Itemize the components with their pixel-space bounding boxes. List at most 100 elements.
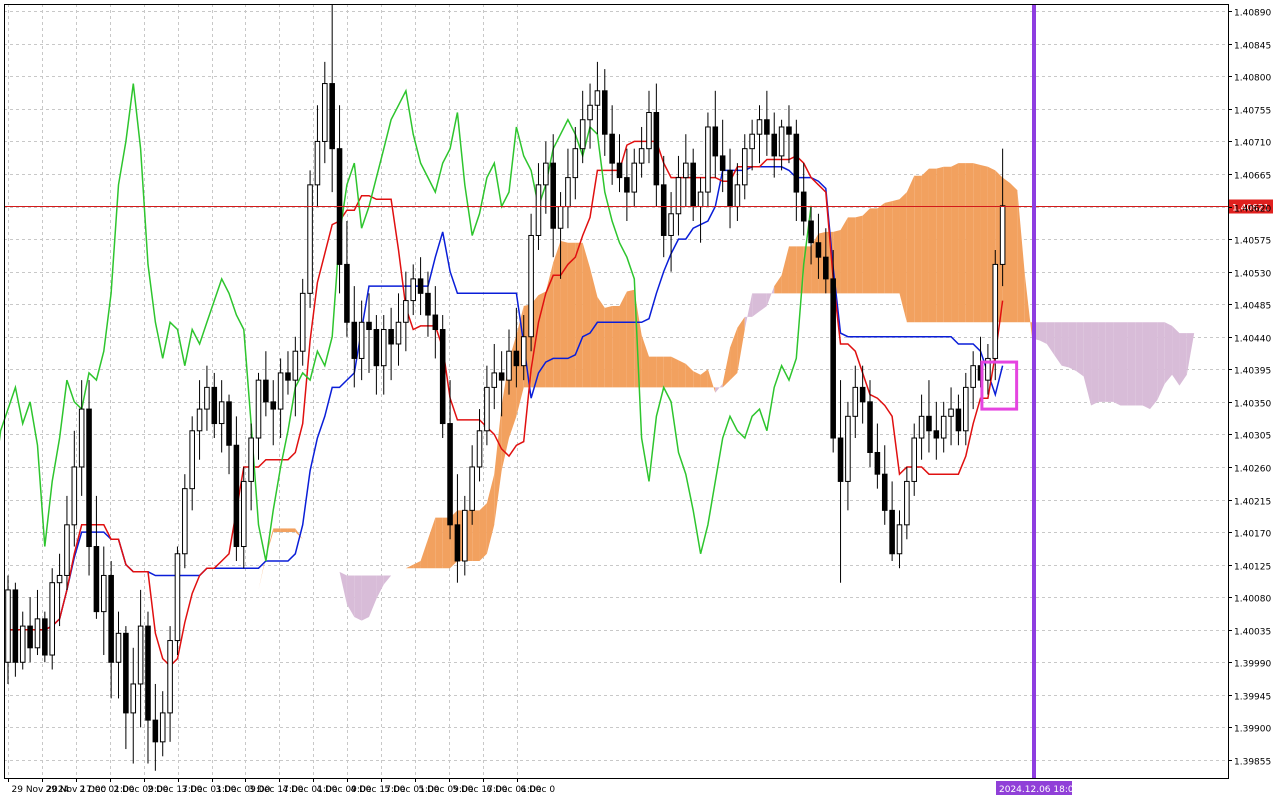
price-tick-label: 1.40755	[1234, 107, 1271, 117]
candle-body	[616, 162, 623, 179]
candle-body	[78, 408, 85, 468]
candle-body	[874, 451, 881, 475]
cloud-segment	[892, 199, 900, 294]
candle-body	[263, 379, 269, 403]
candle-body	[86, 408, 92, 548]
candle-body	[211, 386, 218, 425]
candle-body	[174, 553, 181, 642]
cloud-segment	[361, 575, 370, 621]
candle-body	[631, 162, 638, 193]
candle-body	[528, 234, 534, 338]
candle-body	[189, 430, 195, 490]
cloud-segment	[354, 575, 362, 621]
candle-body	[579, 119, 586, 150]
cloud-segment	[648, 356, 657, 388]
candle-body	[734, 184, 741, 208]
cloud-segment	[435, 517, 443, 569]
candle-body	[697, 191, 704, 208]
candle-body	[786, 126, 792, 135]
cloud-segment	[597, 296, 605, 388]
candle-body	[808, 220, 814, 244]
price-tick-label: 1.40575	[1234, 237, 1271, 247]
candle-body	[727, 169, 733, 208]
candle-body	[557, 206, 564, 229]
candle-body	[167, 640, 173, 714]
candle-body	[130, 683, 137, 714]
candle-body	[395, 321, 402, 345]
price-tick-label: 1.40395	[1234, 367, 1271, 377]
candle-body	[108, 574, 114, 663]
candle-body	[491, 372, 498, 388]
candle-body	[388, 329, 394, 345]
candle-body	[764, 119, 770, 135]
price-tick-label: 1.40530	[1234, 270, 1271, 280]
candle-body	[123, 632, 129, 714]
candle-body	[690, 162, 696, 208]
price-tick-label: 1.40305	[1234, 432, 1271, 442]
candle-body	[837, 437, 844, 482]
cloud-segment	[921, 168, 929, 323]
price-tick-label: 1.40035	[1234, 628, 1271, 638]
candle-body	[380, 329, 387, 367]
candle-body	[240, 480, 247, 548]
cloud-segment	[840, 217, 848, 294]
cloud-segment	[906, 175, 915, 323]
price-tick-label: 1.40350	[1234, 400, 1271, 410]
candle-body	[226, 401, 232, 446]
price-tick-label: 1.40665	[1234, 172, 1271, 182]
cloud-segment	[1105, 322, 1114, 402]
cloud-segment	[1098, 322, 1106, 402]
candle-body	[955, 408, 962, 432]
candle-body	[19, 625, 26, 663]
candle-body	[963, 386, 969, 432]
candle-body	[771, 133, 778, 157]
candle-body	[565, 177, 571, 208]
price-tick-label: 1.40800	[1234, 74, 1271, 84]
candle-body	[889, 509, 895, 555]
candle-body	[484, 386, 490, 432]
price-tick-label: 1.40485	[1234, 302, 1271, 312]
candle-body	[859, 386, 866, 403]
candle-body	[56, 574, 63, 584]
candle-body	[454, 524, 461, 562]
candle-body	[506, 350, 512, 381]
cloud-segment	[965, 163, 974, 323]
candle-body	[27, 625, 33, 649]
cloud-segment	[1010, 183, 1018, 323]
candle-body	[513, 350, 520, 367]
candle-body	[881, 473, 888, 511]
candle-body	[285, 372, 291, 381]
candle-body	[712, 126, 719, 157]
candle-body	[911, 437, 918, 482]
cursor-time-label: 2024.12.06 18:00	[999, 785, 1080, 795]
cloud-segment	[626, 289, 635, 388]
chart-canvas[interactable]: 1.406212024.12.06 18:00 1.408901.408451.…	[0, 0, 1280, 800]
cloud-segment	[1142, 322, 1150, 410]
candle-body	[653, 112, 660, 186]
candle-body	[624, 177, 630, 193]
candle-body	[638, 148, 645, 164]
candle-body	[992, 263, 999, 359]
candle-body	[520, 336, 527, 367]
candle-body	[462, 509, 468, 562]
candle-body	[417, 278, 424, 294]
cloud-segment	[287, 528, 296, 533]
candle-body	[100, 574, 107, 613]
candle-body	[778, 126, 785, 157]
candle-body	[344, 263, 350, 323]
candle-body	[255, 379, 262, 439]
candle-body	[71, 466, 78, 526]
cloud-segment	[928, 168, 937, 323]
candle-body	[373, 329, 380, 367]
cloud-segment	[1113, 322, 1121, 406]
cloud-segment	[1076, 322, 1084, 377]
candle-body	[970, 365, 976, 388]
cloud-segment	[877, 202, 885, 294]
ichimoku-price-chart[interactable]: 1.40621 2024.12.06 18:00 1.40890 1.40845 1.…	[0, 0, 1280, 800]
candle-body	[329, 83, 335, 150]
candle-body	[918, 415, 925, 439]
candle-body	[756, 119, 763, 135]
price-tick-label: 1.40170	[1234, 530, 1271, 540]
cloud-segment	[567, 242, 576, 388]
candle-body	[314, 140, 321, 186]
